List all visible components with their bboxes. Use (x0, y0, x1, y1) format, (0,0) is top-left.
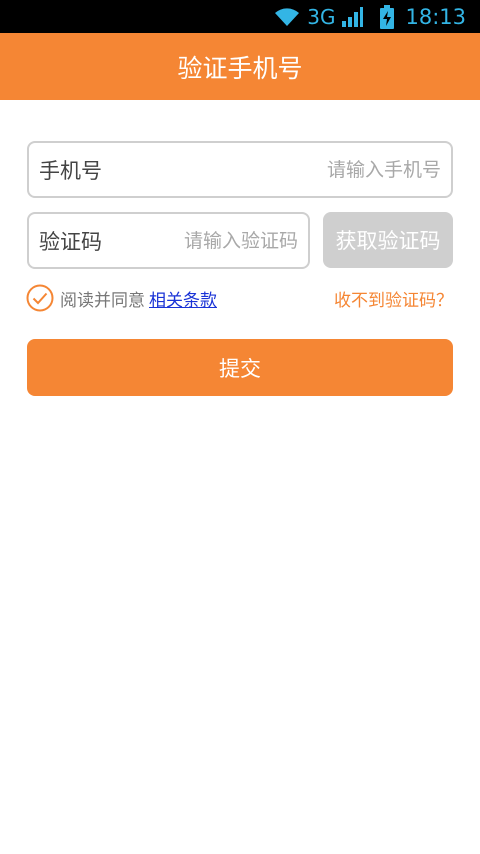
network-type: 3G (307, 4, 336, 29)
battery-charging-icon (380, 4, 395, 29)
phone-field[interactable]: 手机号 (27, 141, 453, 198)
status-bar: 3G 18:13 (0, 0, 480, 33)
signal-icon (342, 6, 364, 27)
page-title: 验证手机号 (177, 53, 303, 83)
submit-button[interactable]: 提交 (27, 339, 453, 396)
agreement-row: 阅读并同意 相关条款 收不到验证码？ (26, 282, 453, 314)
phone-label: 手机号 (39, 158, 102, 183)
wifi-icon (275, 7, 300, 26)
phone-input[interactable] (241, 143, 441, 196)
code-input[interactable] (158, 214, 298, 267)
clock: 18:13 (405, 4, 466, 29)
no-code-link[interactable]: 收不到验证码？ (334, 286, 453, 311)
code-label: 验证码 (39, 229, 102, 254)
terms-link[interactable]: 相关条款 (149, 286, 217, 311)
code-field[interactable]: 验证码 (27, 212, 310, 269)
agree-text: 阅读并同意 (60, 290, 145, 311)
title-bar: 验证手机号 (0, 33, 480, 100)
status-bar-indicators: 3G 18:13 (273, 0, 466, 33)
check-circle-icon[interactable] (26, 284, 54, 312)
get-code-button[interactable]: 获取验证码 (323, 212, 453, 268)
